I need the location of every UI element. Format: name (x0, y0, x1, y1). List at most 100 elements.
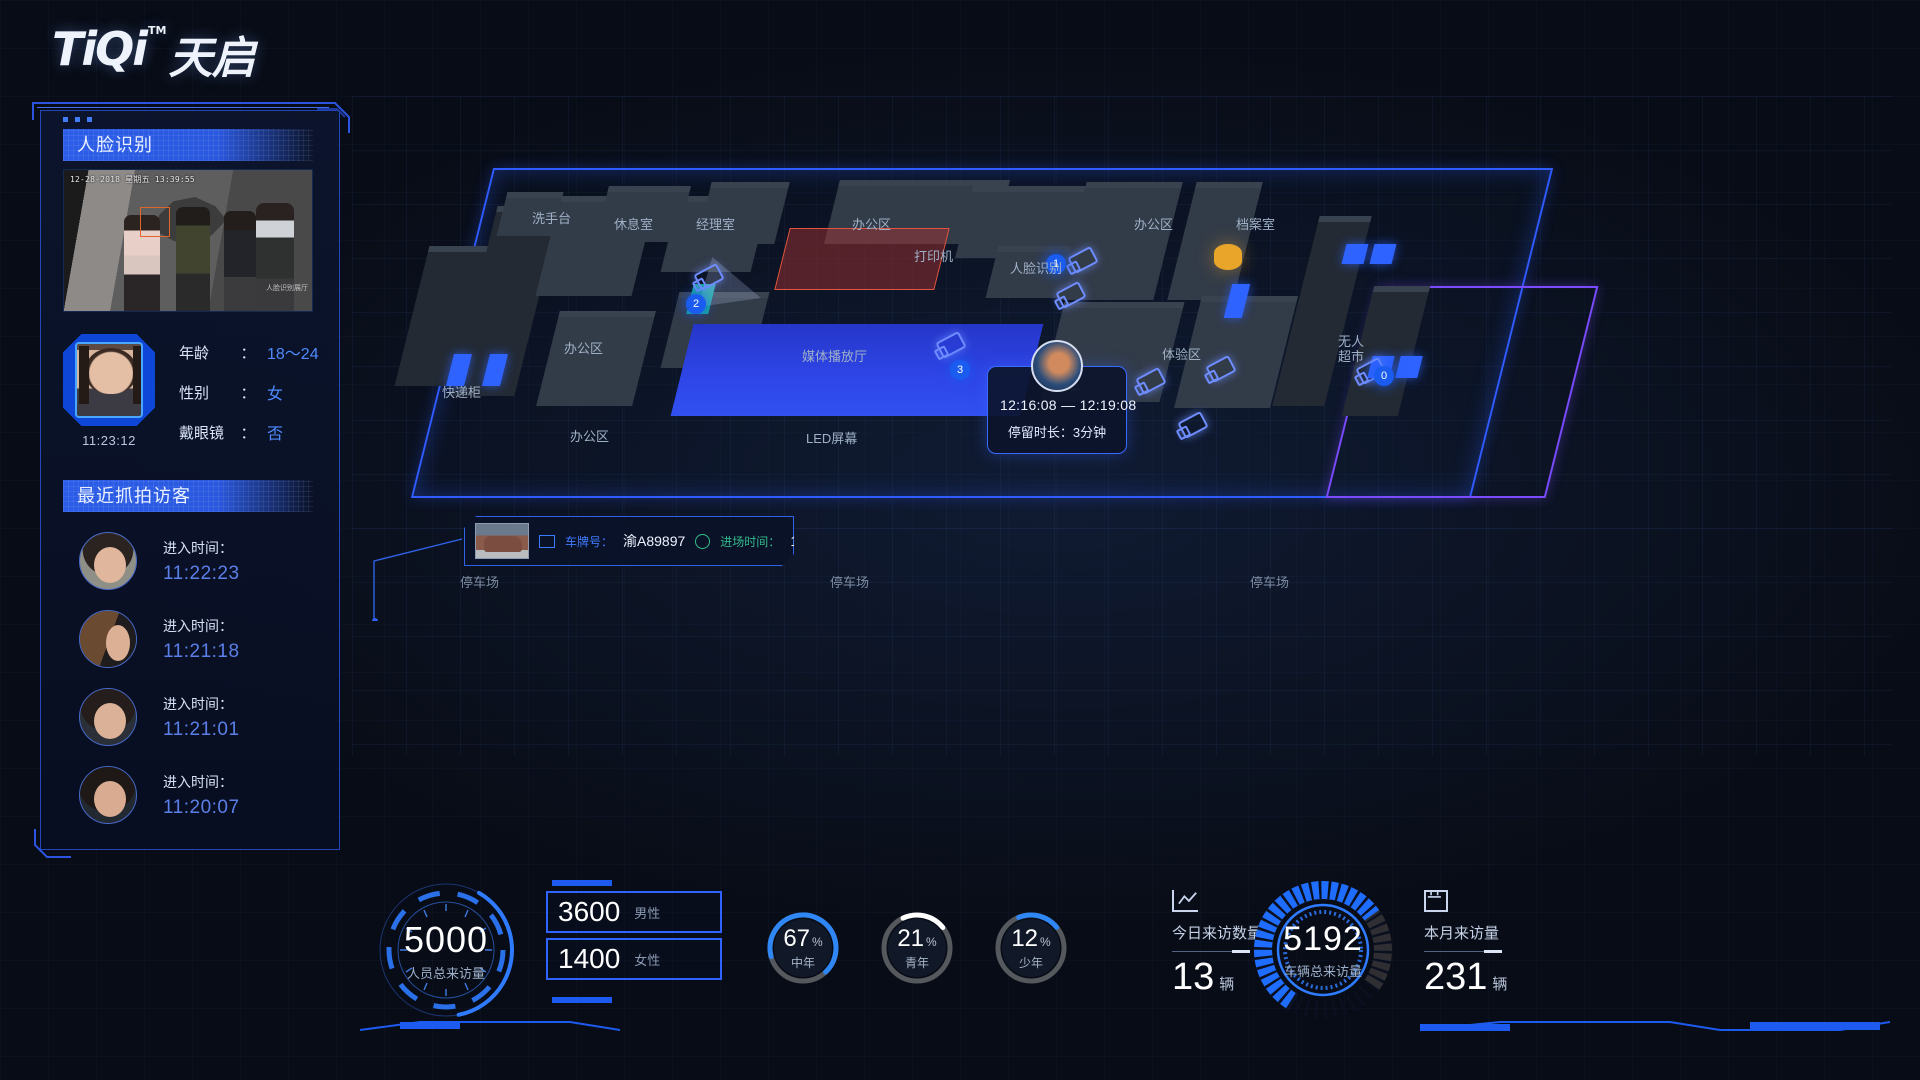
visitor-entry-label: 进入时间： (163, 617, 233, 634)
brand-name: TiQi (52, 22, 148, 76)
room-label-face-recog: 人脸识别 (1010, 261, 1063, 276)
tooltip-dwell-time: 停留时长：3分钟 (1007, 425, 1107, 440)
avatar-image (75, 342, 143, 418)
parking-label-3: 停车场 (1250, 575, 1290, 590)
male-count-value: 3600 (558, 896, 621, 927)
people-total-label: 人员总来访量 (406, 965, 485, 981)
people-total-value: 5000 (403, 918, 489, 960)
panel-corner-bottom-left-decoration (34, 829, 71, 858)
vehicle-total-gauge: 5192 车辆总来访量 (1253, 880, 1393, 1020)
cctv-person-3 (224, 211, 256, 311)
list-item[interactable]: 进入时间： 11:22:23 (79, 532, 339, 590)
face-detection-box (140, 207, 170, 237)
cctv-watermark: 人脸识别展厅 (266, 285, 308, 292)
visitor-dwell-tooltip: 12:16:08 — 12:19:08 停留时长：3分钟 (987, 340, 1137, 454)
cctv-person-4 (256, 203, 294, 311)
list-item[interactable]: 进入时间： 11:21:01 (79, 688, 339, 746)
room-label-office-1: 办公区 (852, 217, 892, 232)
age-donut-youth: 21% 青年 (879, 910, 955, 986)
attribute-age-colon: ： (240, 344, 256, 362)
visitor-entry-time: 11:21:18 (163, 640, 240, 662)
tooltip-time-range: 12:16:08 — 12:19:08 (1000, 397, 1137, 413)
parking-label-2: 停车场 (830, 575, 870, 590)
male-count-label: 男性 (634, 905, 661, 921)
teen-percent: 12% (1011, 925, 1051, 952)
room-label-media-hall: 媒体播放厅 (802, 349, 868, 364)
plate-value: 渝A89897 (623, 533, 686, 549)
room-label-experience: 体验区 (1162, 347, 1202, 362)
female-count-value: 1400 (558, 943, 621, 974)
vehicle-info-bar[interactable]: 车牌号： 渝A89897 进场时间： 12:35:23 (464, 516, 794, 566)
room-label-office-4: 办公区 (564, 341, 604, 356)
female-count-box: 1400 女性 (546, 938, 722, 980)
tooltip-avatar (1031, 340, 1083, 392)
brand-logo: TiQi TM 天启 (52, 22, 255, 86)
room-label-washstand: 洗手台 (532, 211, 572, 226)
avatar (79, 688, 137, 746)
visitor-entry-time: 11:21:01 (163, 718, 240, 740)
attribute-glasses-label: 戴眼镜 (179, 424, 225, 442)
cctv-live-view[interactable]: 12-28-2018 星期五 13:39:55 人脸识别展厅 (63, 169, 313, 312)
room-label-unmanned-store: 无人超市 (1338, 334, 1365, 364)
visitor-entry-label: 进入时间： (163, 773, 233, 790)
attribute-glasses: 戴眼镜 ： 否 (179, 420, 319, 444)
camera-marker-3[interactable]: 3 (950, 360, 970, 380)
visitor-entry-time: 11:22:23 (163, 562, 240, 584)
attribute-age: 年龄 ： 18～24 (179, 340, 319, 364)
parking-label-1: 停车场 (460, 575, 500, 590)
today-visits-stat: 今日来访数量 13 辆 (1172, 890, 1262, 999)
middle-aged-percent: 67% (783, 925, 823, 952)
panel-dots-icon (63, 117, 92, 122)
month-visits-value: 231 辆 (1424, 956, 1508, 998)
month-visits-label: 本月来访量 (1424, 925, 1500, 942)
today-visits-value: 13 辆 (1172, 956, 1235, 998)
license-plate-icon (539, 535, 555, 548)
youth-percent: 21% (897, 925, 937, 952)
bottom-decoration (360, 1021, 620, 1031)
panel-corner-top-right-decoration (311, 102, 350, 133)
clock-icon (695, 534, 710, 549)
cctv-person-2 (176, 207, 210, 311)
camera-marker-2[interactable]: 2 (686, 294, 706, 314)
plate-label: 车牌号： (565, 534, 614, 549)
floorplan-3d-map[interactable]: 1 2 3 0 洗手台 休息室 经理室 办公区 打印机 人脸识别 办公区 档案室… (352, 96, 1892, 756)
avatar (79, 610, 137, 668)
calendar-icon (1424, 890, 1448, 912)
orange-cylinder-marker (1214, 244, 1242, 270)
room-label-led-screen: LED屏幕 (806, 431, 858, 446)
chart-line-icon (1172, 890, 1198, 912)
attribute-glasses-colon: ： (240, 424, 256, 442)
avatar (79, 766, 137, 824)
room-label-office-5: 办公区 (570, 429, 610, 444)
today-visits-label: 今日来访数量 (1172, 925, 1263, 942)
month-visits-stat: 本月来访量 231 辆 (1424, 890, 1507, 999)
teen-label: 少年 (1018, 956, 1043, 970)
vehicle-total-value: 5192 (1283, 920, 1363, 958)
face-attributes-list: 年龄 ： 18～24 性别 ： 女 戴眼镜 ： 否 (179, 334, 319, 460)
room-label-archive: 档案室 (1236, 217, 1276, 232)
list-item[interactable]: 进入时间： 11:20:07 (79, 766, 339, 824)
vehicle-thumbnail (475, 523, 529, 559)
gender-box-decoration (552, 997, 612, 1003)
list-item[interactable]: 进入时间： 11:21:18 (79, 610, 339, 668)
attribute-gender: 性别 ： 女 (179, 380, 319, 404)
stat-rule-decoration (1424, 950, 1502, 953)
attribute-gender-label: 性别 (179, 384, 210, 402)
camera-marker-0[interactable]: 0 (1374, 366, 1394, 386)
middle-aged-label: 中年 (790, 956, 815, 970)
room-label-locker: 快递柜 (442, 385, 482, 400)
stat-rule-decoration (1172, 950, 1250, 953)
youth-label: 青年 (904, 956, 929, 970)
cctv-timestamp: 12-28-2018 星期五 13:39:55 (70, 175, 195, 184)
detected-face-avatar[interactable] (63, 334, 155, 426)
attribute-glasses-value: 否 (267, 426, 284, 443)
room-label-manager: 经理室 (696, 217, 736, 232)
visitor-entry-label: 进入时间： (163, 695, 233, 712)
detected-face-time: 11:23:12 (82, 433, 136, 448)
age-donut-teen: 12% 少年 (993, 910, 1069, 986)
age-donut-middle-aged: 67% 中年 (765, 910, 841, 986)
room-label-printer: 打印机 (914, 249, 954, 264)
male-count-box: 3600 男性 (546, 891, 722, 933)
face-recognition-section-title: 人脸识别 (63, 129, 313, 161)
visitor-entry-time: 11:20:07 (163, 796, 240, 818)
